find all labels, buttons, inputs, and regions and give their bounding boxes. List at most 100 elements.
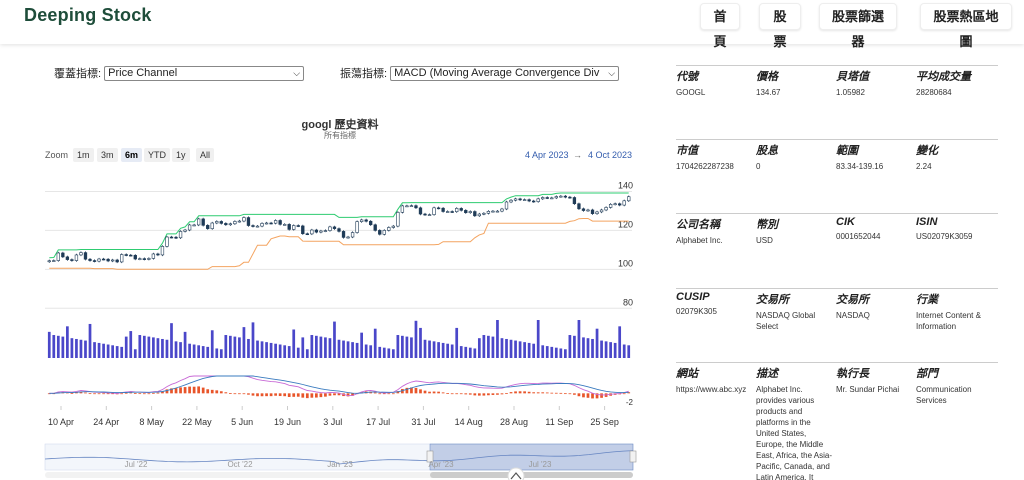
volume-bar xyxy=(342,340,345,358)
nav-stock-heatmap[interactable]: 股票熱區地圖 xyxy=(920,3,1012,49)
candle-body xyxy=(495,210,500,213)
candle xyxy=(237,219,242,223)
info-symbol: 代號 GOOGL xyxy=(676,68,754,98)
candle xyxy=(618,202,622,207)
candle xyxy=(273,219,278,225)
info-block-2: 市值 1704262287238 股息 0 範圍 83.34-139.16 變化 2.24 xyxy=(676,139,998,171)
macd-histogram-bar xyxy=(324,393,327,397)
macd-histogram-bar xyxy=(441,392,445,394)
volume-bar xyxy=(269,342,273,358)
candle xyxy=(459,207,463,212)
candle xyxy=(264,221,269,225)
macd-histogram-bar xyxy=(428,391,431,394)
macd-histogram-bar xyxy=(450,393,454,395)
candle-body xyxy=(468,211,472,213)
macd-histogram-bar xyxy=(88,393,92,395)
candle xyxy=(364,218,368,223)
candle-body xyxy=(138,258,142,260)
info-value: 83.34-139.16 xyxy=(836,162,884,171)
x-axis-ticks: 10 Apr 24 Apr 8 May 22 May 5 Jun 19 Jun 3 Jul 1… xyxy=(48,406,619,427)
nav-stock-screener[interactable]: 股票篩選器 xyxy=(819,3,897,49)
candle xyxy=(88,258,92,262)
info-label: 公司名稱 xyxy=(676,219,720,231)
volume-bar xyxy=(111,345,115,358)
macd-histogram-bar xyxy=(586,393,590,398)
x-tick-label: 31 Jul xyxy=(411,417,435,427)
macd-series: -2 xyxy=(47,375,634,407)
volume-bar xyxy=(545,346,549,358)
volume-bar xyxy=(215,348,219,358)
macd-histogram-bar xyxy=(582,393,585,398)
volume-bar xyxy=(613,342,617,358)
candle-body xyxy=(129,254,133,257)
info-value: NASDAQ xyxy=(836,311,870,320)
macd-histogram-bar xyxy=(373,392,377,394)
candle-body xyxy=(147,258,151,260)
nav-stocks[interactable]: 股票 xyxy=(759,3,801,49)
candle xyxy=(518,197,522,202)
volume-bar xyxy=(287,346,291,358)
volume-bar xyxy=(174,341,178,358)
candle xyxy=(346,235,350,239)
candle-body xyxy=(599,209,604,213)
candle xyxy=(563,194,568,199)
candle xyxy=(536,197,540,203)
info-value: USD xyxy=(756,236,773,245)
macd-histogram-bar xyxy=(247,393,250,395)
candle-body xyxy=(477,213,481,217)
candle-body xyxy=(427,214,432,216)
volume-bar xyxy=(378,346,382,358)
volume-bar xyxy=(487,335,490,358)
macd-histogram-bar xyxy=(473,393,477,396)
volume-bar xyxy=(618,326,622,358)
range-navigator: Jul '22 Oct '22 Jan '23 Apr '23 Jul '23 xyxy=(44,443,637,480)
info-label: CIK xyxy=(836,216,855,228)
volume-bar xyxy=(183,331,187,358)
macd-histogram-bar xyxy=(256,393,259,397)
candle-body xyxy=(251,225,255,227)
macd-histogram-bar xyxy=(541,392,545,394)
candle xyxy=(464,209,468,214)
stock-chart[interactable]: 80100120140 -2 10 Apr 24 Apr 8 May 22 May 5 … xyxy=(0,0,660,480)
candle-body xyxy=(355,221,359,233)
nav-home[interactable]: 首頁 xyxy=(700,3,740,49)
volume-bar xyxy=(210,330,214,358)
candle-body xyxy=(70,259,74,261)
info-label: 變化 xyxy=(916,145,938,157)
volume-bar xyxy=(518,341,522,358)
volume-bar xyxy=(138,335,142,358)
macd-histogram-bar xyxy=(188,386,191,394)
macd-histogram-bar xyxy=(487,393,490,396)
candle-body xyxy=(242,217,246,222)
candle-body xyxy=(260,223,264,227)
info-value: 2.24 xyxy=(916,162,932,171)
candle-body xyxy=(292,225,296,230)
volume-bar xyxy=(532,343,536,358)
candle-body xyxy=(224,223,228,226)
candle-body xyxy=(124,254,128,256)
candle xyxy=(550,196,554,200)
volume-bar xyxy=(197,345,201,358)
candle xyxy=(187,223,192,232)
macd-histogram-bar xyxy=(387,393,391,395)
candle xyxy=(509,199,513,204)
macd-histogram-bar xyxy=(283,393,287,397)
info-value[interactable]: https://www.abc.xyz xyxy=(676,384,754,395)
candle-body xyxy=(319,230,323,233)
candle-body xyxy=(364,219,368,222)
candle xyxy=(500,207,504,213)
volume-bar xyxy=(550,346,554,358)
macd-histogram-bar xyxy=(423,390,427,394)
candle-body xyxy=(581,208,586,211)
macd-histogram-bar xyxy=(274,393,277,396)
volume-bar xyxy=(242,327,246,358)
channel-upper-line xyxy=(49,192,629,259)
macd-histogram-bar xyxy=(233,393,237,395)
candle xyxy=(242,216,246,223)
volume-bar xyxy=(364,344,368,358)
volume-series xyxy=(47,320,631,358)
navigator-tick-label: Jul '22 xyxy=(125,460,148,469)
info-value: Internet Content & Information xyxy=(916,311,981,331)
x-tick-label: 17 Jul xyxy=(366,417,390,427)
macd-histogram-bar xyxy=(287,393,291,397)
